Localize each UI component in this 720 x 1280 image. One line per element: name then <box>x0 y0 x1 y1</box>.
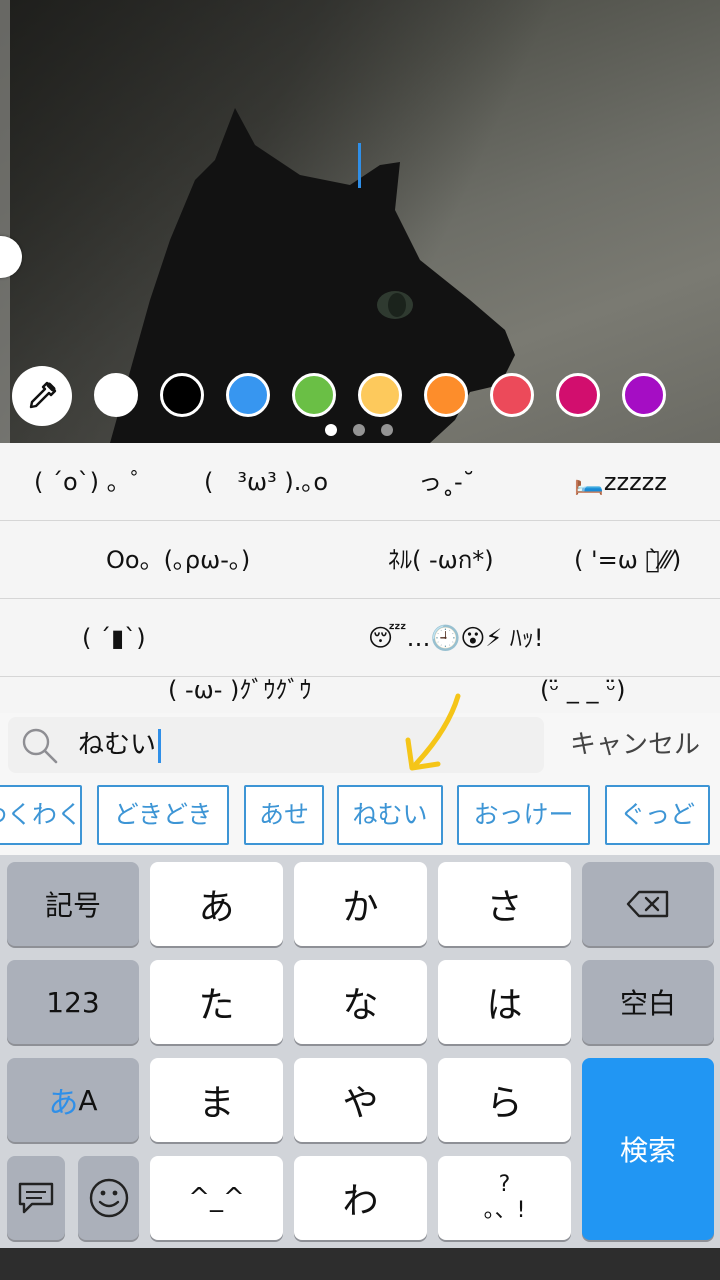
chip-dokidoki[interactable]: どきどき <box>97 785 229 845</box>
kana-key-ta[interactable]: た <box>150 960 283 1044</box>
kaomoji-key[interactable]: ^_^ <box>150 1156 283 1240</box>
color-swatch-red[interactable] <box>490 373 534 417</box>
chip-ase[interactable]: あせ <box>244 785 324 845</box>
chip-nemui[interactable]: ねむい <box>337 785 443 845</box>
speech-bubble-icon <box>18 1182 54 1214</box>
kaomoji-item[interactable]: ( ´o`) 。゜ <box>34 443 155 521</box>
color-swatch-white[interactable] <box>94 373 138 417</box>
cancel-button[interactable]: キャンセル <box>560 713 710 777</box>
kana-key-ma[interactable]: ま <box>150 1058 283 1142</box>
color-swatch-yellow[interactable] <box>358 373 402 417</box>
smiley-icon <box>89 1178 128 1218</box>
bottom-bar <box>0 1248 720 1280</box>
eyedropper-icon <box>29 381 57 409</box>
chip-guddo[interactable]: ぐっど <box>605 785 710 845</box>
chip-wakuwaku[interactable]: わくわく <box>0 785 82 845</box>
kana-A-label: A <box>78 1083 98 1117</box>
color-swatch-black[interactable] <box>160 373 204 417</box>
kaomoji-item[interactable]: ( ´▮`) <box>82 599 146 677</box>
kana-key-a[interactable]: あ <box>150 862 283 946</box>
kaomoji-item[interactable]: ( -ω- )ｸﾞｳｸﾞｳ <box>168 651 311 713</box>
kaomoji-item[interactable]: ( '=ω ก̀⁄⁄⁄) <box>574 521 681 599</box>
search-key[interactable]: 検索 <box>582 1058 714 1240</box>
kana-switch-key[interactable]: あA <box>7 1058 139 1142</box>
backspace-key[interactable] <box>582 862 714 946</box>
kana-key-ra[interactable]: ら <box>438 1058 571 1142</box>
kaomoji-item[interactable]: っ˳-˘ <box>418 443 475 521</box>
color-swatch-magenta[interactable] <box>556 373 600 417</box>
keyboard: 記号 123 あA あ か さ た な は ま や ら ^_^ わ ? 。、! … <box>0 855 720 1248</box>
kaomoji-item[interactable]: Oo。(｡ρω-｡) <box>106 521 250 599</box>
punctuation-key[interactable]: ? 。、! <box>438 1156 571 1240</box>
kana-key-na[interactable]: な <box>294 960 427 1044</box>
emoji-key[interactable] <box>78 1156 139 1240</box>
punctuation-top-label: ? <box>498 1172 511 1197</box>
photo-canvas[interactable] <box>0 0 720 443</box>
color-swatch-orange[interactable] <box>424 373 468 417</box>
suggestion-chips: わくわく どきどき あせ ねむい おっけー ぐっど <box>0 777 720 855</box>
space-key[interactable]: 空白 <box>582 960 714 1044</box>
screen: ( ´o`) 。゜ ( ³ω³ ).｡o っ˳-˘ 🛏️zzzzz Oo。(｡ρ… <box>0 0 720 1280</box>
backspace-icon <box>626 890 669 918</box>
kaomoji-item[interactable]: (ᵕ̈ _ _ ᵕ̈) <box>540 651 625 713</box>
punctuation-bottom-label: 。、! <box>483 1198 526 1223</box>
kaomoji-item[interactable]: ( ³ω³ ).｡o <box>204 443 328 521</box>
page-dot <box>381 424 393 436</box>
page-dot <box>325 424 337 436</box>
symbols-key[interactable]: 記号 <box>7 862 139 946</box>
kaomoji-item[interactable]: 🛏️zzzzz <box>574 443 667 521</box>
color-swatch-green[interactable] <box>292 373 336 417</box>
numbers-key[interactable]: 123 <box>7 960 139 1044</box>
search-caret <box>158 728 162 763</box>
text-cursor <box>358 143 361 188</box>
color-swatch-blue[interactable] <box>226 373 270 417</box>
kana-key-ka[interactable]: か <box>294 862 427 946</box>
chip-okke[interactable]: おっけー <box>457 785 590 845</box>
kana-key-sa[interactable]: さ <box>438 862 571 946</box>
kana-key-wa[interactable]: わ <box>294 1156 427 1240</box>
color-palette <box>0 366 720 426</box>
kaomoji-row: ( -ω- )ｸﾞｳｸﾞｳ (ᵕ̈ _ _ ᵕ̈) <box>0 676 720 713</box>
kaomoji-item[interactable]: ﾈﾙ( -ωก*) <box>388 521 494 599</box>
search-bar: ねむい キャンセル <box>0 713 720 777</box>
page-dot <box>353 424 365 436</box>
kaomoji-list: ( ´o`) 。゜ ( ³ω³ ).｡o っ˳-˘ 🛏️zzzzz Oo。(｡ρ… <box>0 443 720 713</box>
comment-key[interactable] <box>7 1156 65 1240</box>
search-value: ねむい <box>78 717 162 773</box>
color-swatch-purple[interactable] <box>622 373 666 417</box>
kana-key-ya[interactable]: や <box>294 1058 427 1142</box>
kana-key-ha[interactable]: は <box>438 960 571 1044</box>
kaomoji-item[interactable]: 😴…🕘😮⚡ ﾊｯ! <box>368 599 544 677</box>
kaomoji-row: ( ´o`) 。゜ ( ³ω³ ).｡o っ˳-˘ 🛏️zzzzz <box>0 443 720 521</box>
kaomoji-row: Oo。(｡ρω-｡) ﾈﾙ( -ωก*) ( '=ω ก̀⁄⁄⁄) <box>0 521 720 599</box>
page-indicator <box>325 424 395 436</box>
search-icon <box>22 728 58 764</box>
annotation-arrow-icon <box>405 693 461 771</box>
kana-a-label: あ <box>48 1086 79 1121</box>
eyedropper-button[interactable] <box>12 366 72 426</box>
